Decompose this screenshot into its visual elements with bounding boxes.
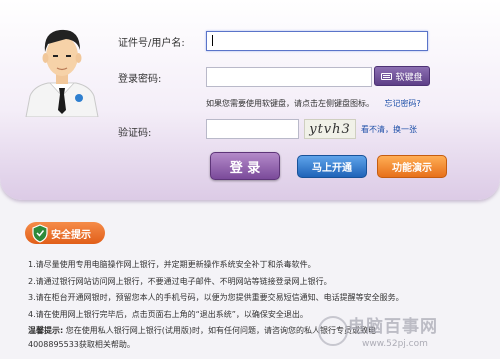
watermark-url: www.52pj.com xyxy=(362,339,428,349)
hint-text: 如果您需要使用软键盘，请点击左侧键盘图标。 xyxy=(206,99,374,108)
captcha-input[interactable] xyxy=(206,119,299,139)
text-caret xyxy=(212,35,213,46)
captcha-label: 验证码: xyxy=(118,128,152,139)
id-label: 证件号/用户名: xyxy=(118,38,185,49)
warm-tip-text: 您在使用私人银行网上银行(试用版)时，如有任何问题，请咨询您的私人银行专员或致电 xyxy=(65,326,376,335)
forgot-password-link[interactable]: 忘记密码? xyxy=(385,99,421,108)
login-panel: 证件号/用户名: 登录密码: 软键盘 如果您需要使用软键盘，请点击左侧键盘图标。… xyxy=(0,0,500,200)
shield-icon xyxy=(32,224,48,243)
tip-item: 3.请在柜台开通网银时，预留您本人的手机号码，以便为您提供重要交易短信通知、电话… xyxy=(28,293,404,302)
tip-item: 1.请尽量使用专用电脑操作网上银行，并定期更新操作系统安全补丁和杀毒软件。 xyxy=(28,260,316,269)
captcha-image[interactable]: ytvh3 xyxy=(304,119,356,139)
refresh-captcha-link[interactable]: 看不清，换一张 xyxy=(361,124,417,135)
warm-tip: 温馨提示: 您在使用私人银行网上银行(试用版)时，如有任何问题，请咨询您的私人银… xyxy=(28,325,376,336)
warm-tip-label: 温馨提示: xyxy=(28,326,64,335)
login-button[interactable]: 登 录 xyxy=(210,152,280,180)
help-phone-text: 4008895533获取相关帮助。 xyxy=(28,340,135,349)
softkey-button[interactable]: 软键盘 xyxy=(374,66,430,86)
tip-item: 4.请在使用网上银行完毕后，点击页面右上角的“退出系统”，以确保安全退出。 xyxy=(28,310,308,319)
softkey-label: 软键盘 xyxy=(395,72,423,83)
user-avatar xyxy=(25,29,99,117)
security-tips-title: 安全提示 xyxy=(51,229,91,241)
open-account-button[interactable]: 马上开通 xyxy=(297,155,367,178)
softkey-hint: 如果您需要使用软键盘，请点击左侧键盘图标。 忘记密码? xyxy=(206,98,421,109)
tip-item: 2.请通过银行网站访问网上银行，不要通过电子邮件、不明网站等链接登录网上银行。 xyxy=(28,277,332,286)
demo-button[interactable]: 功能演示 xyxy=(377,155,447,178)
security-tips-badge: 安全提示 xyxy=(25,222,105,244)
username-input[interactable] xyxy=(206,31,428,51)
password-input[interactable] xyxy=(206,67,372,87)
keyboard-icon xyxy=(381,72,393,80)
password-label: 登录密码: xyxy=(118,74,162,85)
